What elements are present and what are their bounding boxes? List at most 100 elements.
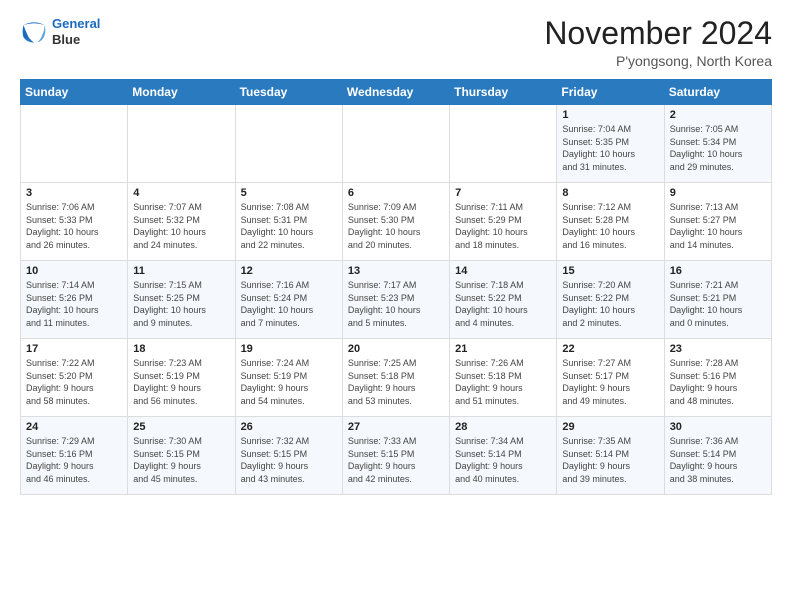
calendar-cell: 30Sunrise: 7:36 AM Sunset: 5:14 PM Dayli… — [664, 417, 771, 495]
day-number: 10 — [26, 265, 122, 277]
day-number: 19 — [241, 343, 337, 355]
day-info: Sunrise: 7:05 AM Sunset: 5:34 PM Dayligh… — [670, 123, 766, 173]
page: General Blue November 2024 P'yongsong, N… — [0, 0, 792, 505]
calendar-cell: 8 Sunrise: 7:12 AM Sunset: 5:28 PM Daylig… — [557, 183, 664, 261]
day-number: 17 — [26, 343, 122, 355]
calendar-cell: 19 Sunrise: 7:24 AM Sunset: 5:19 PM Dayli… — [235, 339, 342, 417]
day-info: Sunrise: 7:22 AM Sunset: 5:20 PM Dayligh… — [26, 357, 122, 407]
calendar-cell: 11 Sunrise: 7:15 AM Sunset: 5:25 PM Dayli… — [128, 261, 235, 339]
day-number: 7 — [455, 187, 551, 199]
calendar-cell: 16 Sunrise: 7:21 AM Sunset: 5:21 PM Dayli… — [664, 261, 771, 339]
day-info: Sunrise: 7:08 AM Sunset: 5:31 PM Dayligh… — [241, 201, 337, 251]
day-info: Sunrise: 7:36 AM Sunset: 5:14 PM Dayligh… — [670, 435, 766, 485]
weekday-header: Wednesday — [342, 80, 449, 105]
logo: General Blue — [20, 16, 100, 47]
day-info: Sunrise: 7:21 AM Sunset: 5:21 PM Dayligh… — [670, 279, 766, 329]
calendar-cell: 27Sunrise: 7:33 AM Sunset: 5:15 PM Dayli… — [342, 417, 449, 495]
day-info: Sunrise: 7:20 AM Sunset: 5:22 PM Dayligh… — [562, 279, 658, 329]
calendar-cell: 25 Sunrise: 7:30 AM Sunset: 5:15 PM Dayli… — [128, 417, 235, 495]
calendar-cell: 28 Sunrise: 7:34 AM Sunset: 5:14 PM Dayli… — [450, 417, 557, 495]
day-number: 13 — [348, 265, 444, 277]
calendar-cell: 9 Sunrise: 7:13 AM Sunset: 5:27 PM Daylig… — [664, 183, 771, 261]
day-info: Sunrise: 7:32 AM Sunset: 5:15 PM Dayligh… — [241, 435, 337, 485]
day-info: Sunrise: 7:35 AM Sunset: 5:14 PM Dayligh… — [562, 435, 658, 485]
day-info: Sunrise: 7:04 AM Sunset: 5:35 PM Dayligh… — [562, 123, 658, 173]
calendar-cell: 20Sunrise: 7:25 AM Sunset: 5:18 PM Dayli… — [342, 339, 449, 417]
day-number: 21 — [455, 343, 551, 355]
weekday-header: Monday — [128, 80, 235, 105]
calendar: SundayMondayTuesdayWednesdayThursdayFrid… — [20, 79, 772, 495]
day-number: 5 — [241, 187, 337, 199]
day-info: Sunrise: 7:24 AM Sunset: 5:19 PM Dayligh… — [241, 357, 337, 407]
header: General Blue November 2024 P'yongsong, N… — [20, 16, 772, 69]
calendar-cell: 1 Sunrise: 7:04 AM Sunset: 5:35 PM Daylig… — [557, 105, 664, 183]
calendar-cell: 24 Sunrise: 7:29 AM Sunset: 5:16 PM Dayli… — [21, 417, 128, 495]
day-number: 12 — [241, 265, 337, 277]
calendar-cell: 18Sunrise: 7:23 AM Sunset: 5:19 PM Dayli… — [128, 339, 235, 417]
location: P'yongsong, North Korea — [544, 53, 772, 69]
calendar-cell: 3 Sunrise: 7:06 AM Sunset: 5:33 PM Daylig… — [21, 183, 128, 261]
calendar-cell — [128, 105, 235, 183]
day-number: 2 — [670, 109, 766, 121]
day-info: Sunrise: 7:13 AM Sunset: 5:27 PM Dayligh… — [670, 201, 766, 251]
day-number: 11 — [133, 265, 229, 277]
day-info: Sunrise: 7:15 AM Sunset: 5:25 PM Dayligh… — [133, 279, 229, 329]
calendar-cell: 21 Sunrise: 7:26 AM Sunset: 5:18 PM Dayli… — [450, 339, 557, 417]
calendar-cell: 6 Sunrise: 7:09 AM Sunset: 5:30 PM Daylig… — [342, 183, 449, 261]
day-number: 28 — [455, 421, 551, 433]
calendar-cell — [235, 105, 342, 183]
day-number: 18 — [133, 343, 229, 355]
calendar-week-row: 1 Sunrise: 7:04 AM Sunset: 5:35 PM Daylig… — [21, 105, 772, 183]
calendar-cell: 23Sunrise: 7:28 AM Sunset: 5:16 PM Dayli… — [664, 339, 771, 417]
weekday-header: Thursday — [450, 80, 557, 105]
day-info: Sunrise: 7:11 AM Sunset: 5:29 PM Dayligh… — [455, 201, 551, 251]
day-number: 22 — [562, 343, 658, 355]
day-info: Sunrise: 7:26 AM Sunset: 5:18 PM Dayligh… — [455, 357, 551, 407]
calendar-cell: 26 Sunrise: 7:32 AM Sunset: 5:15 PM Dayli… — [235, 417, 342, 495]
day-number: 20 — [348, 343, 444, 355]
day-info: Sunrise: 7:27 AM Sunset: 5:17 PM Dayligh… — [562, 357, 658, 407]
day-number: 6 — [348, 187, 444, 199]
calendar-cell: 4Sunrise: 7:07 AM Sunset: 5:32 PM Daylig… — [128, 183, 235, 261]
day-number: 29 — [562, 421, 658, 433]
calendar-cell: 5 Sunrise: 7:08 AM Sunset: 5:31 PM Daylig… — [235, 183, 342, 261]
day-info: Sunrise: 7:29 AM Sunset: 5:16 PM Dayligh… — [26, 435, 122, 485]
day-number: 24 — [26, 421, 122, 433]
day-number: 27 — [348, 421, 444, 433]
month-title: November 2024 — [544, 16, 772, 51]
day-info: Sunrise: 7:14 AM Sunset: 5:26 PM Dayligh… — [26, 279, 122, 329]
calendar-cell: 10 Sunrise: 7:14 AM Sunset: 5:26 PM Dayli… — [21, 261, 128, 339]
calendar-cell: 15 Sunrise: 7:20 AM Sunset: 5:22 PM Dayli… — [557, 261, 664, 339]
day-info: Sunrise: 7:12 AM Sunset: 5:28 PM Dayligh… — [562, 201, 658, 251]
day-number: 16 — [670, 265, 766, 277]
calendar-cell: 29 Sunrise: 7:35 AM Sunset: 5:14 PM Dayli… — [557, 417, 664, 495]
calendar-header-row: SundayMondayTuesdayWednesdayThursdayFrid… — [21, 80, 772, 105]
calendar-cell: 2 Sunrise: 7:05 AM Sunset: 5:34 PM Daylig… — [664, 105, 771, 183]
day-number: 1 — [562, 109, 658, 121]
calendar-cell — [21, 105, 128, 183]
calendar-cell: 22 Sunrise: 7:27 AM Sunset: 5:17 PM Dayli… — [557, 339, 664, 417]
calendar-cell — [342, 105, 449, 183]
day-number: 26 — [241, 421, 337, 433]
day-info: Sunrise: 7:18 AM Sunset: 5:22 PM Dayligh… — [455, 279, 551, 329]
day-number: 9 — [670, 187, 766, 199]
day-info: Sunrise: 7:09 AM Sunset: 5:30 PM Dayligh… — [348, 201, 444, 251]
day-info: Sunrise: 7:06 AM Sunset: 5:33 PM Dayligh… — [26, 201, 122, 251]
day-number: 25 — [133, 421, 229, 433]
weekday-header: Sunday — [21, 80, 128, 105]
day-number: 3 — [26, 187, 122, 199]
calendar-cell: 17 Sunrise: 7:22 AM Sunset: 5:20 PM Dayli… — [21, 339, 128, 417]
day-number: 14 — [455, 265, 551, 277]
weekday-header: Friday — [557, 80, 664, 105]
day-number: 15 — [562, 265, 658, 277]
day-number: 8 — [562, 187, 658, 199]
logo-icon — [20, 18, 48, 46]
calendar-cell: 13 Sunrise: 7:17 AM Sunset: 5:23 PM Dayli… — [342, 261, 449, 339]
calendar-cell — [450, 105, 557, 183]
day-info: Sunrise: 7:30 AM Sunset: 5:15 PM Dayligh… — [133, 435, 229, 485]
day-number: 23 — [670, 343, 766, 355]
calendar-week-row: 3 Sunrise: 7:06 AM Sunset: 5:33 PM Daylig… — [21, 183, 772, 261]
day-info: Sunrise: 7:07 AM Sunset: 5:32 PM Dayligh… — [133, 201, 229, 251]
day-info: Sunrise: 7:34 AM Sunset: 5:14 PM Dayligh… — [455, 435, 551, 485]
day-info: Sunrise: 7:17 AM Sunset: 5:23 PM Dayligh… — [348, 279, 444, 329]
